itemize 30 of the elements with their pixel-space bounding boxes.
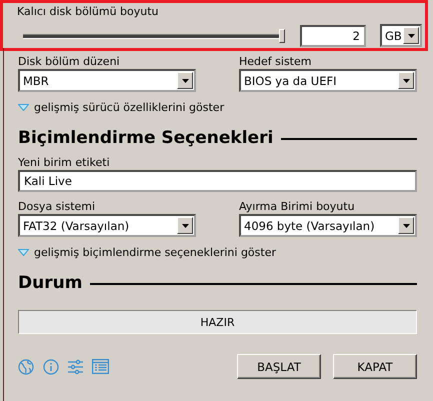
dropdown-button[interactable]: [177, 217, 193, 234]
field-label: Hedef sistem: [239, 55, 312, 69]
action-button[interactable]: BAŞLAT: [237, 354, 321, 379]
size-slider[interactable]: [23, 28, 285, 44]
caret-icon: [402, 78, 410, 82]
field-label: Dosya sistemi: [18, 200, 96, 214]
field-label: Disk bölüm düzeni: [18, 55, 121, 69]
section-heading: Biçimlendirme Seçenekleri: [18, 128, 274, 148]
dropdown[interactable]: 4096 byte (Varsayılan): [239, 214, 417, 237]
dropdown[interactable]: FAT32 (Varsayılan): [18, 214, 196, 237]
section-heading: Durum: [18, 273, 82, 293]
dropdown-button[interactable]: [403, 27, 419, 44]
dropdown-button[interactable]: [398, 72, 414, 89]
caret-icon: [402, 224, 410, 228]
dropdown-button[interactable]: [398, 217, 414, 234]
expander-link[interactable]: gelişmiş sürücü özelliklerini göster: [34, 100, 224, 114]
label-field[interactable]: Kali Live: [18, 170, 417, 192]
dropdown[interactable]: GB: [380, 24, 422, 47]
dropdown-button[interactable]: [177, 72, 193, 89]
field-label: Kalıcı disk bölümü boyutu: [17, 5, 160, 19]
field-label: Ayırma Birimi boyutu: [239, 200, 356, 214]
caret-icon: [408, 34, 414, 38]
caret-icon: [182, 224, 188, 228]
action-button[interactable]: KAPAT: [333, 354, 417, 379]
dropdown[interactable]: BIOS ya da UEFI: [239, 69, 417, 92]
field-label: Yeni birim etiketi: [18, 156, 111, 170]
expander-link[interactable]: gelişmiş biçimlendirme seçeneklerini göster: [34, 246, 276, 258]
size-field[interactable]: 2: [300, 24, 366, 46]
dropdown[interactable]: MBR: [18, 69, 196, 92]
caret-icon: [182, 78, 188, 82]
